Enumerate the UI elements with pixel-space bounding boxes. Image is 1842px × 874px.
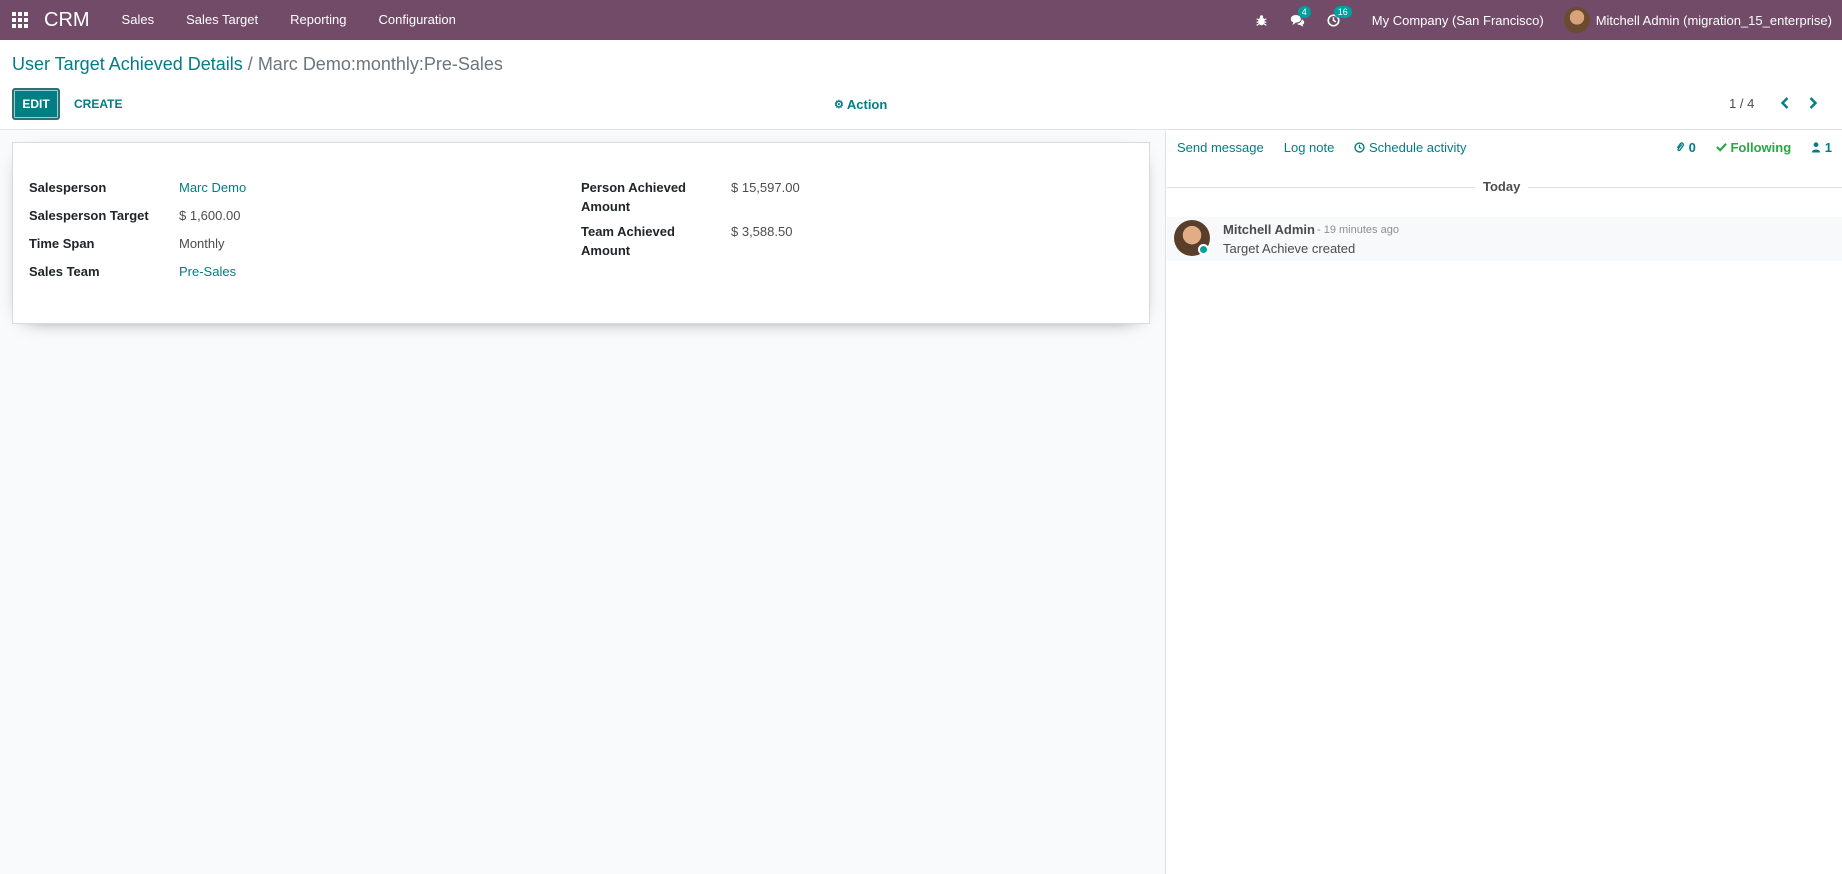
sales-team-value[interactable]: Pre-Sales	[179, 262, 236, 281]
menu-reporting[interactable]: Reporting	[274, 0, 362, 40]
message-body: Target Achieve created	[1223, 241, 1356, 256]
team-achieved-label-line2: Amount	[581, 243, 631, 258]
user-name: Mitchell Admin (migration_15_enterprise)	[1595, 12, 1832, 28]
user-avatar	[1563, 7, 1590, 33]
create-button[interactable]: CREATE	[66, 88, 130, 120]
clock-icon	[1354, 140, 1369, 155]
breadcrumb: User Target Achieved Details / Marc Demo:m…	[12, 54, 503, 75]
menu-configuration[interactable]: Configuration	[362, 0, 471, 40]
attachments-count: 0	[1688, 139, 1696, 155]
pager-value[interactable]: 1 / 4	[1729, 96, 1754, 111]
person-achieved-label-line2: Amount	[581, 199, 631, 214]
edit-button[interactable]: EDIT	[12, 88, 60, 120]
team-achieved-label-line1: Team Achieved	[581, 224, 675, 239]
top-navbar: CRM Sales Sales Target Reporting Configu…	[0, 0, 1842, 40]
send-message-button[interactable]: Send message	[1167, 140, 1274, 155]
following-label: Following	[1730, 139, 1792, 155]
activities-clock-icon[interactable]: 16	[1316, 0, 1352, 40]
followers-button[interactable]: 1	[1811, 140, 1832, 155]
team-achieved-amount-value: $ 3,588.50	[731, 224, 793, 239]
breadcrumb-separator: /	[247, 54, 253, 74]
time-span-value: Monthly	[179, 236, 225, 251]
user-menu[interactable]: Mitchell Admin (migration_15_enterprise)	[1563, 7, 1842, 33]
action-dropdown[interactable]: ⚙ Action	[834, 88, 887, 120]
time-span-label: Time Span	[29, 236, 95, 251]
chatter: Send message Log note Schedule activity …	[1167, 131, 1842, 874]
followers-count: 1	[1824, 139, 1832, 155]
check-icon	[1715, 140, 1731, 155]
form-view: Salesperson Marc Demo Salesperson Target…	[0, 131, 1166, 874]
salesperson-target-value: $ 1,600.00	[179, 208, 241, 223]
field-team-achieved-amount: Team Achieved Amount $ 3,588.50	[581, 222, 792, 260]
chevron-right-icon[interactable]	[1803, 92, 1823, 114]
field-time-span: Time Span Monthly	[29, 234, 225, 253]
company-switcher[interactable]: My Company (San Francisco)	[1352, 13, 1564, 28]
team-achieved-amount-label: Team Achieved Amount	[581, 222, 731, 260]
following-button[interactable]: Following	[1715, 139, 1792, 155]
field-salesperson-target: Salesperson Target $ 1,600.00	[29, 206, 240, 225]
sales-team-label: Sales Team	[29, 264, 100, 279]
form-sheet: Salesperson Marc Demo Salesperson Target…	[12, 142, 1150, 324]
person-achieved-amount-label: Person Achieved Amount	[581, 178, 731, 216]
breadcrumb-current: Marc Demo:monthly:Pre-Sales	[257, 54, 503, 74]
schedule-activity-button[interactable]: Schedule activity	[1344, 140, 1476, 155]
salesperson-label: Salesperson	[29, 180, 107, 195]
message-timestamp: - 19 minutes ago	[1317, 224, 1399, 236]
chevron-left-icon[interactable]	[1775, 92, 1795, 114]
field-sales-team: Sales Team Pre-Sales	[29, 262, 236, 281]
attachments-button[interactable]: 0	[1675, 140, 1696, 155]
action-label: Action	[846, 96, 888, 112]
menu-sales-target[interactable]: Sales Target	[170, 0, 274, 40]
messages-icon[interactable]: 4	[1280, 0, 1316, 40]
user-icon	[1811, 140, 1825, 155]
control-panel: User Target Achieved Details / Marc Demo:m…	[0, 40, 1842, 130]
activities-badge: 16	[1333, 6, 1352, 18]
menu-sales[interactable]: Sales	[106, 0, 171, 40]
messages-badge: 4	[1297, 6, 1311, 18]
log-note-button[interactable]: Log note	[1274, 140, 1345, 155]
schedule-activity-label: Schedule activity	[1368, 139, 1467, 155]
message-author[interactable]: Mitchell Admin	[1223, 222, 1315, 237]
breadcrumb-parent[interactable]: User Target Achieved Details	[12, 54, 243, 74]
gear-icon: ⚙	[834, 98, 844, 111]
salesperson-target-label: Salesperson Target	[29, 208, 149, 223]
field-salesperson: Salesperson Marc Demo	[29, 178, 246, 197]
apps-menu-icon[interactable]	[0, 0, 40, 40]
date-separator-label: Today	[1475, 179, 1529, 194]
person-achieved-label-line1: Person Achieved	[581, 180, 687, 195]
person-achieved-amount-value: $ 15,597.00	[731, 180, 800, 195]
paperclip-icon	[1675, 140, 1689, 155]
app-brand[interactable]: CRM	[44, 9, 90, 32]
debug-bug-icon[interactable]	[1244, 0, 1280, 40]
chatter-topbar: Send message Log note Schedule activity …	[1167, 131, 1842, 163]
online-status-icon	[1198, 244, 1209, 255]
field-person-achieved-amount: Person Achieved Amount $ 15,597.00	[581, 178, 800, 216]
salesperson-value[interactable]: Marc Demo	[179, 178, 246, 197]
chatter-message: Mitchell Admin - 19 minutes ago Target A…	[1167, 217, 1842, 261]
